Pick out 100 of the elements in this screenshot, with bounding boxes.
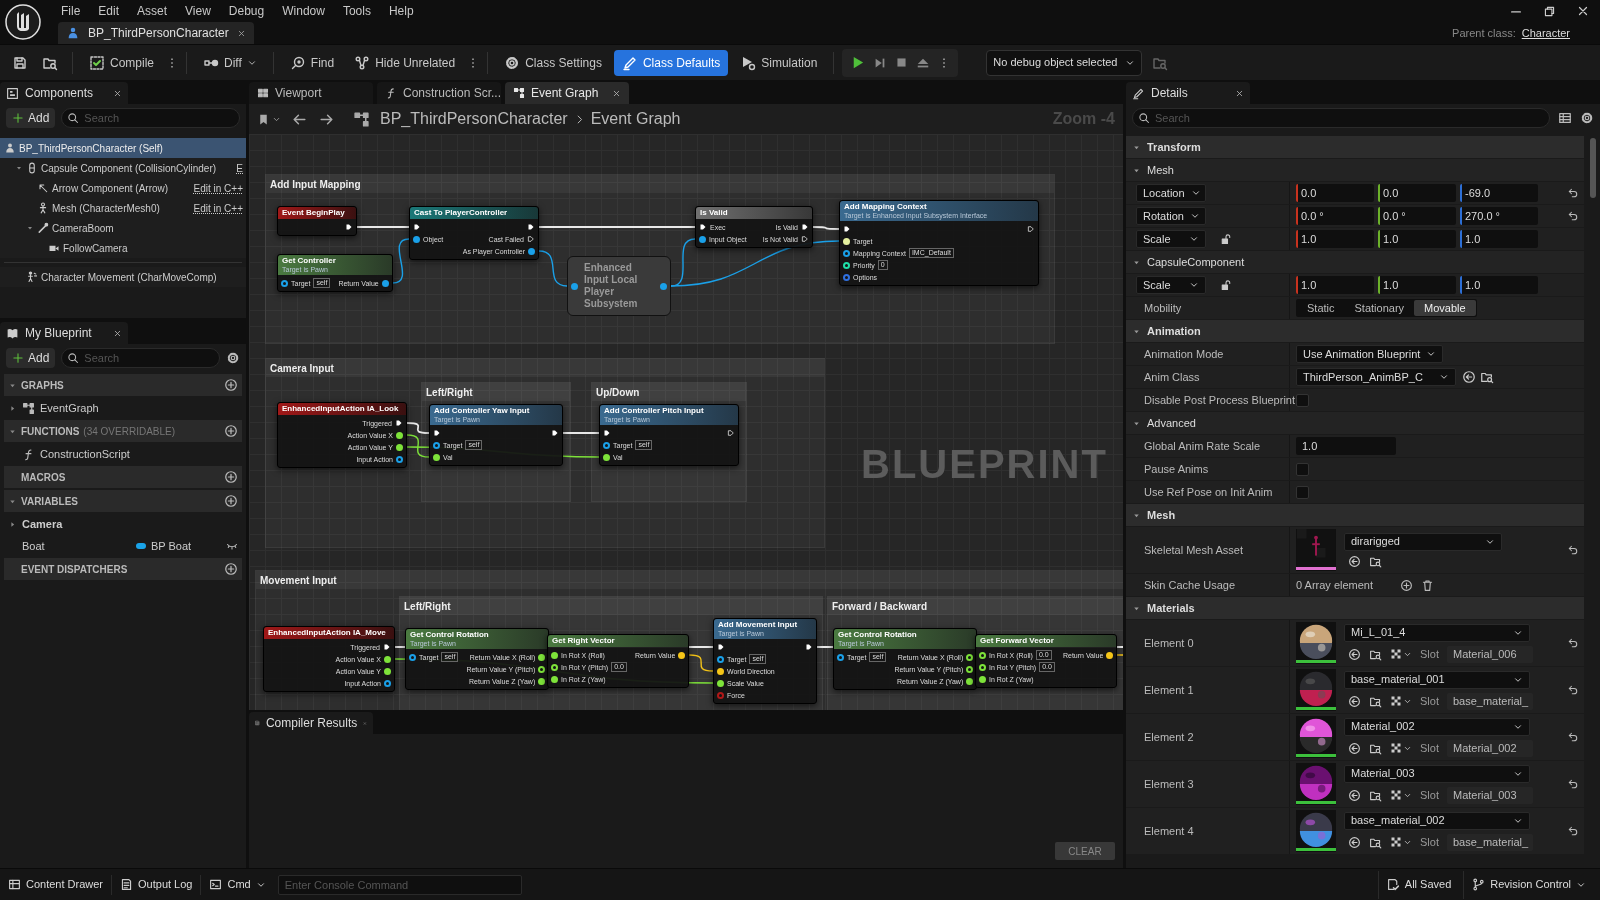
debug-object-dropdown[interactable]: No debug object selected [986,49,1143,76]
number-field[interactable]: 1.0 [1378,276,1456,294]
comment-title: Left/Right [404,599,451,614]
tree-item[interactable]: CameraBoom [0,218,246,238]
segment-option[interactable]: Stationary [1344,300,1415,316]
console-field[interactable]: Enter Console Command [277,874,522,895]
segment-option[interactable]: Movable [1414,300,1476,316]
section-header[interactable]: GRAPHS [4,374,242,396]
category-header[interactable]: Advanced [1126,412,1584,434]
menu-item[interactable]: File [52,2,90,20]
menu-item[interactable]: Help [379,2,423,20]
menu-item[interactable]: View [176,2,220,20]
toolbar-button[interactable]: Diff [195,49,265,76]
add-button[interactable]: Add [6,108,56,128]
segment-option[interactable]: Static [1297,300,1345,316]
status-button[interactable]: Cmd [201,872,274,897]
number-field[interactable]: 1.0 [1296,230,1374,248]
number-field[interactable]: 0.0 [1378,184,1456,202]
panel-tab[interactable]: Compiler Results [249,712,373,734]
transform-dropdown[interactable]: Scale [1136,276,1206,294]
tree-item[interactable]: Arrow Component (Arrow) Edit in C++ [0,178,246,198]
status-button[interactable]: Output Log [112,872,201,897]
menu-item[interactable]: Tools [333,2,380,20]
edit-link[interactable]: Edit in C++ [190,180,246,196]
menu-item[interactable]: Asset [128,2,177,20]
number-field[interactable]: 0.0 ° [1296,207,1374,225]
asset-dropdown[interactable]: dirarigged [1344,532,1502,551]
tree-item[interactable]: Mesh (CharacterMesh0) Edit in C++ [0,198,246,218]
slot-field[interactable]: Material_003 [1446,786,1533,804]
number-field[interactable]: 1.0 [1296,437,1396,455]
graph-tab[interactable]: Construction Scr... [377,82,501,104]
menu-item[interactable]: Debug [219,2,274,20]
toolbar-button[interactable]: Find [281,49,343,76]
transform-dropdown[interactable]: Location [1136,184,1206,202]
asset-dropdown[interactable]: Mi_L_01_4 [1344,623,1530,642]
tree-item[interactable]: Character Movement (CharMoveComp) [0,267,246,287]
number-field[interactable]: 1.0 [1378,230,1456,248]
toolbar-button[interactable]: Class Defaults [613,49,729,76]
menu-item[interactable]: Window [273,2,334,20]
document-tab[interactable]: BP_ThirdPersonCharacter [58,22,254,44]
asset-dropdown[interactable]: base_material_002 [1344,811,1530,830]
tree-item[interactable]: FollowCamera [0,238,246,258]
graph-tab[interactable]: Event Graph [505,82,629,104]
number-field[interactable]: 1.0 [1460,276,1538,294]
asset-dropdown[interactable]: base_material_001 [1344,670,1530,689]
list-item[interactable]: Camera [4,514,242,534]
section-header[interactable]: MACROS [4,466,242,488]
search-field[interactable]: Search [61,348,220,368]
status-button[interactable]: All Saved [1378,872,1460,897]
search-field[interactable]: Search [61,108,240,128]
category-header[interactable]: Materials [1126,597,1584,619]
toolbar-button[interactable]: Compile [81,49,162,76]
category-header[interactable]: Mesh [1126,159,1584,181]
category-header[interactable]: Mesh [1126,504,1584,526]
edit-link[interactable]: Edit in C++ [190,200,246,216]
section-note: (34 OVERRIDABLE) [83,424,176,439]
menu-item[interactable]: Edit [89,2,129,20]
number-field[interactable]: 0.0 ° [1378,207,1456,225]
breadcrumb-item[interactable]: BP_ThirdPersonCharacter [380,107,568,131]
slot-field[interactable]: base_material_ [1446,692,1533,710]
class-dropdown[interactable]: ThirdPerson_AnimBP_C [1296,368,1456,386]
status-button[interactable]: Content Drawer [0,872,112,897]
search-field[interactable]: Search [1132,108,1550,128]
transform-dropdown[interactable]: Rotation [1136,207,1206,225]
list-item[interactable]: ConstructionScript [4,444,242,464]
add-button[interactable]: Add [6,348,56,368]
parent-class-link[interactable]: Character [1521,24,1570,42]
number-field[interactable]: 1.0 [1296,276,1374,294]
category-header[interactable]: Animation [1126,320,1584,342]
section-header[interactable]: FUNCTIONS (34 OVERRIDABLE) [4,420,242,442]
number-field[interactable]: 270.0 ° [1460,207,1538,225]
number-field[interactable]: -69.0 [1460,184,1538,202]
breadcrumb-item[interactable]: Event Graph [590,107,681,131]
transform-dropdown[interactable]: Scale [1136,230,1206,248]
graph-tab[interactable]: Viewport [249,82,373,104]
section-header[interactable]: EVENT DISPATCHERS [4,558,242,580]
panel-tab[interactable]: Details [1126,82,1250,104]
toolbar-button[interactable]: Hide Unrelated [346,49,464,76]
tree-item[interactable]: BP_ThirdPersonCharacter (Self) [0,138,246,158]
panel-tab[interactable]: My Blueprint [0,322,128,344]
status-button[interactable]: Revision Control [1464,872,1594,897]
slot-field[interactable]: base_material_ [1446,833,1533,851]
toolbar-button[interactable]: Simulation [732,49,826,76]
category-header[interactable]: Transform [1126,136,1584,158]
graph-node[interactable]: Event BeginPlay [277,206,357,236]
toolbar-button[interactable]: Class Settings [496,49,610,76]
list-item[interactable]: EventGraph [4,398,242,418]
tree-item[interactable]: Capsule Component (CollisionCylinder) E [0,158,246,178]
number-field[interactable]: 0.0 [1296,184,1374,202]
edit-link[interactable]: E [233,160,246,176]
asset-dropdown[interactable]: Material_003 [1344,764,1530,783]
section-header[interactable]: VARIABLES [4,490,242,512]
category-header[interactable]: CapsuleComponent [1126,251,1584,273]
slot-field[interactable]: Material_006 [1446,645,1533,663]
panel-tab[interactable]: Components [0,82,128,104]
number-field[interactable]: 1.0 [1460,230,1538,248]
slot-field[interactable]: Material_002 [1446,739,1533,757]
dropdown[interactable]: Use Animation Blueprint [1296,345,1444,363]
list-item[interactable]: Boat BP Boat [4,536,242,556]
asset-dropdown[interactable]: Material_002 [1344,717,1530,736]
